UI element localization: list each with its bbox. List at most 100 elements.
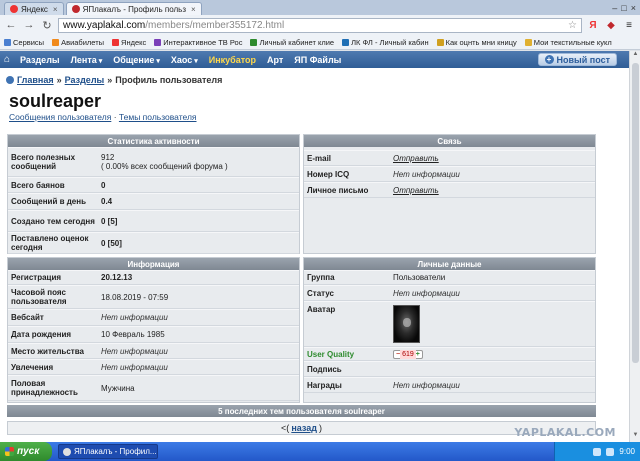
nav-item-feed[interactable]: Лента: [71, 55, 103, 65]
tab-label: ЯПлакалъ - Профиль польз: [82, 4, 186, 14]
page-icon: [342, 38, 350, 46]
bookmark-yandex[interactable]: Яндекс: [112, 38, 146, 47]
nav-item-files[interactable]: ЯП Файлы: [294, 55, 341, 65]
network-icon[interactable]: [593, 447, 602, 456]
bookmark-star-icon[interactable]: ☆: [568, 20, 577, 31]
close-icon[interactable]: ×: [53, 5, 58, 14]
info-value: Нет информации: [101, 313, 168, 322]
stat-value: 0.4: [101, 197, 113, 206]
bookmark-cabinet[interactable]: Личный кабинет клие: [250, 38, 334, 47]
back-arrow-icon[interactable]: ←: [4, 18, 18, 32]
profile-username: soulreaper: [9, 91, 102, 111]
personal-row: Подпись: [304, 361, 595, 377]
page-viewport: ⌂ Разделы Лента Общение Хаос Инкубатор А…: [0, 51, 640, 442]
info-row: Половая принадлежность Мужчина: [8, 375, 299, 401]
panel-header: Связь: [304, 135, 595, 147]
scroll-up-icon[interactable]: ▲: [630, 51, 640, 61]
bookmark-dolls[interactable]: Мои текстильные кукл: [524, 37, 612, 47]
contact-value: Отправить: [390, 183, 595, 197]
apps-grid-icon: [4, 38, 11, 46]
info-value: Нет информации: [101, 362, 168, 372]
url-input[interactable]: www.yaplakal.com/members/member355172.ht…: [58, 17, 582, 33]
forward-arrow-icon[interactable]: →: [22, 18, 36, 32]
browser-tab-yandex[interactable]: Яндекс ×: [4, 2, 64, 15]
clock: 9:00: [619, 447, 635, 456]
close-icon[interactable]: ×: [191, 5, 196, 14]
bookmark-avia[interactable]: Авиабилеты: [52, 38, 104, 47]
bookmark-book[interactable]: Как оцнть мни кницу: [436, 38, 517, 47]
info-row: Регистрация 20.12.13: [8, 270, 299, 285]
stat-value: 0: [101, 180, 106, 190]
last-topics-header: 5 последних тем пользователя soulreaper: [7, 405, 596, 417]
back-link[interactable]: назад: [291, 423, 317, 433]
minimize-icon[interactable]: –: [612, 3, 617, 13]
home-icon[interactable]: ⌂: [4, 54, 15, 65]
start-button[interactable]: пуск: [0, 442, 52, 461]
start-label: пуск: [17, 446, 40, 457]
taskbar: пуск ЯПлакалъ - Профил... 9:00: [0, 442, 640, 461]
scroll-down-icon[interactable]: ▼: [630, 432, 640, 442]
user-topics-link[interactable]: Темы пользователя: [119, 112, 197, 122]
stat-row: Всего полезных сообщений 912 ( 0.00% все…: [8, 147, 299, 177]
vertical-scrollbar[interactable]: ▲ ▼: [629, 51, 640, 442]
activity-stats-panel: Статистика активности Всего полезных соо…: [7, 134, 300, 254]
plus-icon: +: [544, 55, 554, 64]
info-label: Место жительства: [11, 346, 84, 356]
plane-icon: [52, 38, 60, 46]
watermark: YAPLAKAL.COM: [514, 426, 616, 439]
windows-logo-icon: [5, 447, 14, 456]
stat-label: Всего полезных сообщений: [11, 153, 76, 171]
bookmark-label: Мои текстильные кукл: [533, 37, 612, 47]
info-row: Часовой пояс пользователя 18.08.2019 - 0…: [8, 285, 299, 309]
new-post-button[interactable]: + Новый пост: [537, 53, 617, 66]
nav-item-art[interactable]: Арт: [267, 55, 283, 65]
personal-label: Награды: [307, 380, 342, 390]
contact-value: Отправить: [390, 151, 595, 165]
extension-icon[interactable]: ◆: [604, 18, 618, 32]
bookmark-label: Яндекс: [121, 37, 147, 47]
info-row: Дата рождения 10 Февраль 1985: [8, 326, 299, 343]
site-nav-bar: ⌂ Разделы Лента Общение Хаос Инкубатор А…: [0, 51, 629, 68]
bookmark-tv[interactable]: Интерактивное ТВ Рос: [154, 38, 242, 47]
rate-up-button[interactable]: +: [416, 350, 420, 359]
nav-item-sections[interactable]: Разделы: [20, 55, 60, 65]
nav-item-chat[interactable]: Общение: [113, 55, 160, 65]
browser-tab-profile[interactable]: ЯПлакалъ - Профиль польз ×: [65, 2, 202, 15]
send-pm-link[interactable]: Отправить: [393, 186, 439, 195]
close-window-icon[interactable]: ×: [631, 3, 636, 13]
contact-label: E-mail: [307, 153, 332, 163]
personal-value: − 619 +: [390, 348, 595, 360]
user-messages-link[interactable]: Сообщения пользователя: [9, 112, 111, 122]
stat-value-main: 912: [101, 153, 115, 162]
nav-item-chaos[interactable]: Хаос: [171, 55, 198, 65]
nav-item-incubator[interactable]: Инкубатор: [209, 55, 256, 65]
send-email-link[interactable]: Отправить: [393, 154, 439, 163]
info-value: Нет информации: [101, 346, 168, 356]
yandex-icon[interactable]: Я: [586, 18, 600, 32]
personal-row: Статус Нет информации: [304, 285, 595, 301]
breadcrumb-sections-link[interactable]: Разделы: [65, 75, 105, 85]
panel-header: Информация: [8, 258, 299, 270]
panel-header: Личные данные: [304, 258, 595, 270]
personal-row: User Quality − 619 +: [304, 347, 595, 361]
breadcrumb-home-link[interactable]: Главная: [17, 75, 54, 85]
scrollbar-thumb[interactable]: [632, 63, 639, 363]
volume-icon[interactable]: [606, 447, 615, 456]
bookmark-lk-fl[interactable]: ЛК ФЛ - Личный кабин: [342, 38, 429, 47]
page-icon: [250, 38, 258, 46]
taskbar-item-browser[interactable]: ЯПлакалъ - Профил...: [58, 444, 158, 459]
contact-value: Нет информации: [393, 169, 460, 179]
info-value: 18.08.2019 - 07:59: [101, 292, 169, 302]
menu-icon[interactable]: ≡: [622, 18, 636, 32]
info-label: Половая принадлежность: [11, 379, 78, 397]
maximize-icon[interactable]: □: [621, 3, 626, 13]
url-path: /members/member355172.html: [145, 19, 285, 31]
tab-label: Яндекс: [21, 4, 48, 14]
reload-icon[interactable]: ↻: [40, 18, 54, 32]
info-label: Часовой пояс пользователя: [11, 288, 67, 306]
info-label: Вебсайт: [11, 313, 44, 322]
personal-row: Группа Пользователи: [304, 270, 595, 285]
info-label: Увлечения: [11, 362, 54, 372]
bookmark-services[interactable]: Сервисы: [4, 38, 44, 47]
chrome-icon: [63, 447, 71, 456]
